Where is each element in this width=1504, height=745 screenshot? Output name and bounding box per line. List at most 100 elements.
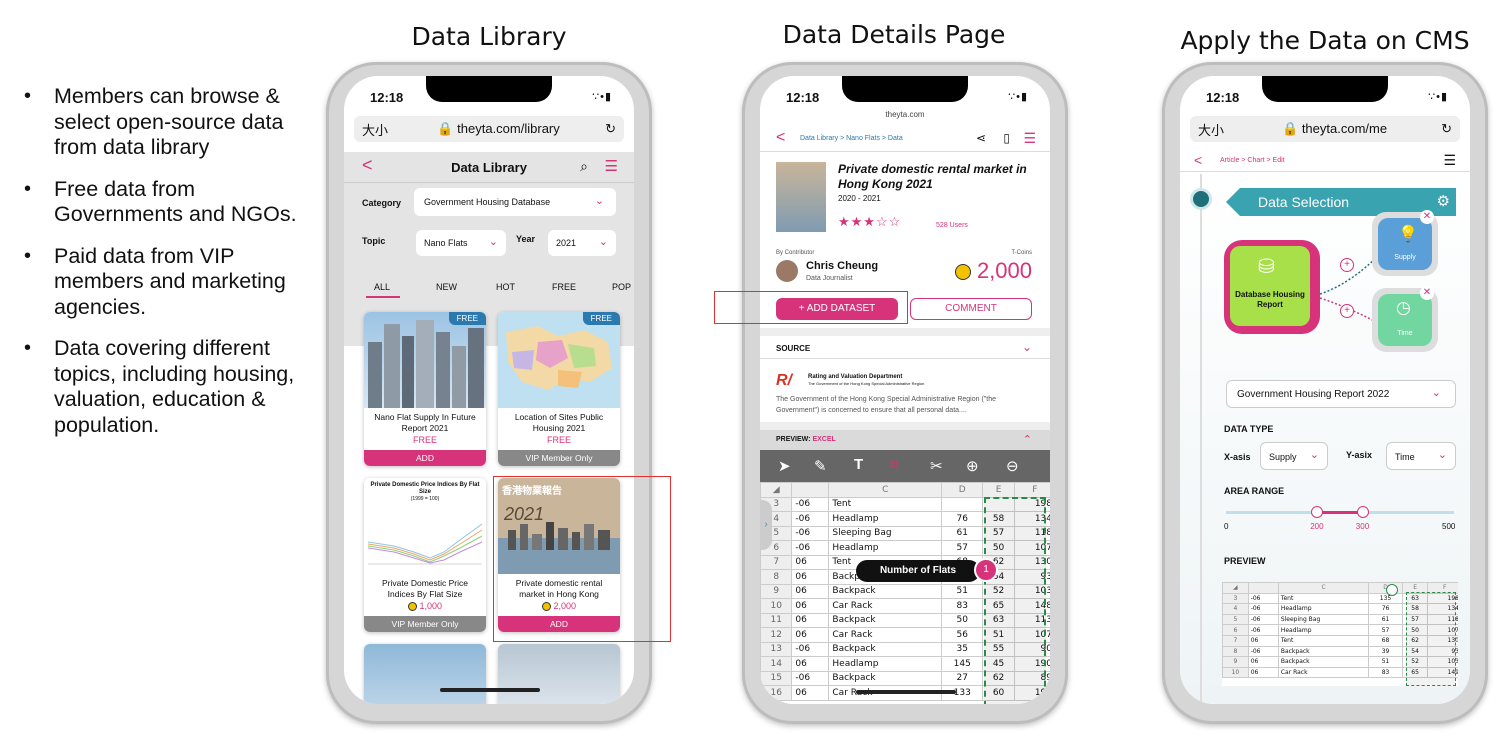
tab-pop[interactable]: POP [612,282,631,292]
table-cell[interactable]: 06 [791,685,830,701]
table-cell[interactable]: 145 [941,656,984,672]
table-cell[interactable]: 06 [791,583,830,599]
range-handle-low[interactable] [1311,506,1324,518]
column-header[interactable]: ◢ [1222,582,1249,594]
table-cell[interactable]: 68 [1368,634,1403,647]
table-cell[interactable]: 51 [1368,656,1403,668]
table-cell[interactable]: 56 [941,627,984,643]
table-cell[interactable]: 76 [941,511,984,527]
table-cell[interactable]: -06 [791,670,830,686]
remove-node-icon[interactable]: ✕ [1420,286,1434,300]
table-cell[interactable]: Backpack [828,641,943,657]
table-cell[interactable]: 3 [1222,592,1249,605]
add-connection-icon[interactable]: + [1340,304,1354,318]
table-cell[interactable]: Tent [1277,634,1370,647]
zoom-out-icon[interactable]: ⊖ [1006,457,1019,475]
zoom-in-icon[interactable]: ⊕ [966,457,979,475]
add-connection-icon[interactable]: + [1340,258,1354,272]
dataset-card[interactable]: FREE Location of Sites Public Housing 20… [498,312,620,466]
author-name[interactable]: Chris Cheung [806,260,878,272]
table-cell[interactable]: Backpack [828,612,943,628]
chevron-up-icon[interactable]: ⌃ [1023,433,1032,446]
table-cell[interactable]: 06 [791,554,830,570]
table-cell[interactable]: Headlamp [828,540,943,556]
table-cell[interactable]: 76 [1368,603,1403,615]
table-cell[interactable]: 14 [760,656,793,672]
pointer-icon[interactable]: ➤ [778,457,791,475]
dataset-card[interactable]: Private Domestic Price Indices By Flat S… [364,478,486,632]
vip-only-button[interactable]: VIP Member Only [498,450,620,466]
tab-all[interactable]: ALL [374,282,390,292]
table-cell[interactable]: -06 [1247,613,1279,626]
table-cell[interactable]: 06 [791,656,830,672]
yaxis-select[interactable]: Time ⌄ [1386,442,1456,470]
table-cell[interactable]: -06 [791,525,830,541]
xaxis-select[interactable]: Supply ⌄ [1260,442,1328,470]
table-cell[interactable]: -06 [791,511,830,527]
table-cell[interactable]: 83 [941,598,984,614]
table-cell[interactable]: 11 [760,612,793,628]
table-cell[interactable]: 35 [941,641,984,657]
column-header[interactable] [1247,582,1279,594]
column-header[interactable]: D [941,482,984,498]
table-cell[interactable]: 61 [1368,613,1403,626]
table-cell[interactable]: -06 [791,641,830,657]
range-handle-high[interactable] [1356,506,1369,518]
language-toggle[interactable]: 大小 [1198,120,1228,139]
reload-icon[interactable]: ↻ [605,121,616,137]
table-cell[interactable]: 61 [941,525,984,541]
column-header[interactable]: C [1277,582,1370,594]
table-cell[interactable] [941,496,984,512]
back-icon[interactable]: < [1194,152,1202,168]
back-icon[interactable]: < [776,129,785,147]
text-icon[interactable]: T [854,456,863,473]
table-cell[interactable]: Backpack [1277,645,1370,658]
table-cell[interactable]: 12 [760,627,793,643]
side-pull-tab[interactable]: › [760,500,772,550]
search-icon[interactable]: ⌕ [580,158,588,175]
menu-icon[interactable]: ☰ [605,157,618,175]
table-cell[interactable]: 50 [941,612,984,628]
table-cell[interactable]: 7 [760,554,793,570]
dataset-card[interactable] [364,644,486,704]
dataset-card[interactable] [498,644,620,704]
topic-select[interactable]: Nano Flats ⌄ [416,230,506,256]
table-cell[interactable]: 06 [1247,634,1279,647]
avatar[interactable] [776,260,798,282]
comment-button[interactable]: COMMENT [910,298,1032,320]
spreadsheet[interactable]: ◢ C D E F 3 -06 Tent 198 4 -06 Headlamp 76 58 134 5 -06 S… [760,482,1050,704]
breadcrumb[interactable]: Article > Chart > Edit [1220,157,1285,164]
reload-icon[interactable]: ↻ [1441,121,1452,137]
column-header[interactable]: F [1013,482,1050,498]
table-cell[interactable]: Backpack [828,670,943,686]
table-cell[interactable]: 8 [1222,645,1249,658]
year-select[interactable]: 2021 ⌄ [548,230,616,256]
range-track[interactable] [1226,506,1454,518]
column-header[interactable]: ◢ [760,482,793,498]
table-cell[interactable]: Headlamp [828,511,943,527]
table-cell[interactable]: Car Rack [1277,666,1370,679]
table-cell[interactable]: Tent [828,496,943,512]
menu-icon[interactable]: ☰ [1023,130,1036,147]
remove-node-icon[interactable]: ✕ [1420,210,1434,224]
tab-hot[interactable]: HOT [496,282,515,292]
table-cell[interactable]: 10 [1222,666,1249,679]
language-toggle[interactable]: 大小 [362,120,392,139]
table-cell[interactable]: 9 [760,583,793,599]
url-bar[interactable]: 大小 🔒 theyta.com/library ↻ [354,116,624,142]
table-cell[interactable]: 10 [760,598,793,614]
report-select[interactable]: Government Housing Report 2022 ⌄ [1226,380,1456,408]
table-cell[interactable]: -06 [1247,592,1279,605]
table-cell[interactable]: 4 [1222,603,1249,615]
table-cell[interactable]: 06 [791,612,830,628]
table-cell[interactable]: 6 [1222,624,1249,636]
table-cell[interactable]: Sleeping Bag [828,525,943,541]
table-cell[interactable]: 13 [760,641,793,657]
table-cell[interactable]: Sleeping Bag [1277,613,1370,626]
column-header[interactable]: C [828,482,943,498]
table-cell[interactable]: 06 [791,569,830,585]
column-handle[interactable] [1386,584,1398,596]
collapse-icon[interactable]: ⌗ [890,456,898,473]
table-cell[interactable]: 27 [941,670,984,686]
table-cell[interactable]: Headlamp [1277,624,1370,636]
